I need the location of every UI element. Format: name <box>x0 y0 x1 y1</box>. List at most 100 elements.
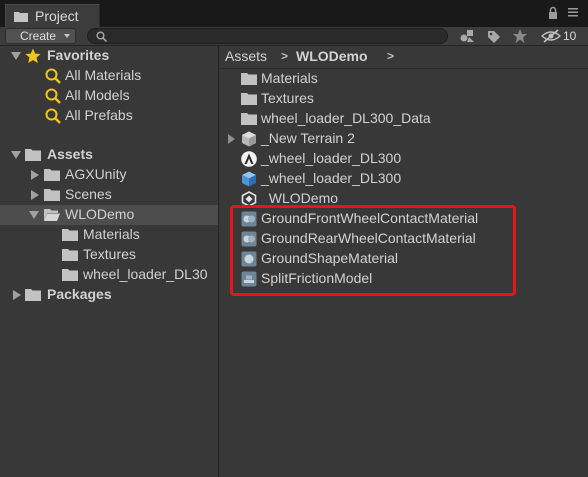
window-tab-bar: Project <box>0 0 588 28</box>
project-tab[interactable]: Project <box>5 4 100 27</box>
asset-label: GroundFrontWheelContactMaterial <box>261 210 479 226</box>
tree-label-wlodemo: WLODemo <box>65 206 135 222</box>
list-item[interactable]: GroundShapeMaterial <box>219 249 588 269</box>
tree-item-wheel-loader-data[interactable]: wheel_loader_DL30 <box>0 265 218 285</box>
menu-icon[interactable] <box>568 8 578 17</box>
folder-icon <box>44 169 60 181</box>
tree-item-agxunity[interactable]: AGXUnity <box>0 165 218 185</box>
asset-label: GroundRearWheelContactMaterial <box>261 230 476 246</box>
search-icon <box>45 68 61 84</box>
contact-material-icon <box>241 211 257 227</box>
folder-icon <box>241 93 257 105</box>
folder-icon <box>62 229 78 241</box>
folder-icon <box>241 113 257 125</box>
list-item[interactable]: Materials <box>219 69 588 89</box>
unity-scene-icon <box>241 191 257 207</box>
chevron-down-icon <box>64 34 70 38</box>
asset-label: GroundShapeMaterial <box>261 250 398 266</box>
fold-expanded-icon[interactable] <box>29 211 39 219</box>
contact-material-icon <box>241 231 257 247</box>
project-tab-label: Project <box>35 8 79 24</box>
tree-item-all-models[interactable]: All Models <box>0 86 218 106</box>
shape-material-icon <box>241 251 257 267</box>
tree-item-assets[interactable]: Assets <box>0 145 218 165</box>
tree-label-materials: Materials <box>83 226 140 242</box>
tree-item-packages[interactable]: Packages <box>0 285 218 305</box>
breadcrumb-assets[interactable]: Assets <box>225 48 267 64</box>
fold-expanded-icon[interactable] <box>11 52 21 60</box>
list-item[interactable]: Textures <box>219 89 588 109</box>
tree-label-all-prefabs: All Prefabs <box>65 107 133 123</box>
tree-item-wlodemo-materials[interactable]: Materials <box>0 225 218 245</box>
folder-tree-pane: Favorites All Materials All Models All P… <box>0 46 219 477</box>
fold-collapsed-icon[interactable] <box>13 290 21 300</box>
project-toolbar: Create 10 <box>0 27 588 46</box>
folder-icon <box>14 12 28 22</box>
search-by-type-icon[interactable] <box>459 29 475 43</box>
asset-label: Textures <box>261 90 314 106</box>
tree-item-wlodemo-textures[interactable]: Textures <box>0 245 218 265</box>
list-item[interactable]: wheel_loader_DL300_Data <box>219 109 588 129</box>
tree-label-wheel-loader-data: wheel_loader_DL30 <box>83 266 208 282</box>
fold-collapsed-icon[interactable] <box>31 170 39 180</box>
tree-label-favorites: Favorites <box>47 47 110 63</box>
list-item[interactable]: _wheel_loader_DL300 <box>219 169 588 189</box>
expand-arrow-icon[interactable] <box>228 134 235 144</box>
search-by-label-icon[interactable] <box>486 29 502 43</box>
list-item[interactable]: GroundFrontWheelContactMaterial <box>219 209 588 229</box>
breadcrumb-wlodemo[interactable]: WLODemo <box>296 48 368 64</box>
chevron-right-icon: > <box>387 49 395 63</box>
tree-label-scenes: Scenes <box>65 186 112 202</box>
search-field[interactable] <box>87 28 448 44</box>
fold-expanded-icon[interactable] <box>11 151 21 159</box>
friction-model-icon <box>241 271 257 287</box>
tree-label-agxunity: AGXUnity <box>65 166 127 182</box>
favorite-star-icon <box>25 48 41 63</box>
list-item[interactable]: _New Terrain 2 <box>219 129 588 149</box>
search-icon <box>96 31 107 42</box>
asset-label: _New Terrain 2 <box>261 130 355 146</box>
folder-icon <box>25 149 41 161</box>
tree-label-assets: Assets <box>47 146 93 162</box>
hidden-packages-eye-icon[interactable] <box>541 29 561 43</box>
prefab-icon <box>242 131 256 147</box>
folder-icon <box>62 249 78 261</box>
list-item[interactable]: GroundRearWheelContactMaterial <box>219 229 588 249</box>
search-icon <box>45 108 61 124</box>
folder-icon <box>62 269 78 281</box>
model-cube-icon <box>242 171 256 187</box>
asset-label: _wheel_loader_DL300 <box>261 170 402 186</box>
breadcrumb: Assets > WLODemo > <box>219 46 588 69</box>
tree-label-packages: Packages <box>47 286 112 302</box>
list-item[interactable]: _wheel_loader_DL300 <box>219 149 588 169</box>
asset-list-pane: Assets > WLODemo > Materials Textures wh… <box>219 46 588 477</box>
asset-label: _WLODemo <box>261 190 339 206</box>
tree-item-scenes[interactable]: Scenes <box>0 185 218 205</box>
folder-icon <box>241 73 257 85</box>
folder-open-icon <box>44 209 60 221</box>
tree-item-all-materials[interactable]: All Materials <box>0 66 218 86</box>
tree-label-textures: Textures <box>83 246 136 262</box>
folder-icon <box>25 289 41 301</box>
tree-item-wlodemo[interactable]: WLODemo <box>0 205 218 225</box>
create-button[interactable]: Create <box>5 28 76 44</box>
tree-item-all-prefabs[interactable]: All Prefabs <box>0 106 218 126</box>
algoryx-logo-icon <box>241 151 257 167</box>
lock-icon[interactable] <box>548 6 558 20</box>
tree-label-all-materials: All Materials <box>65 67 142 83</box>
chevron-right-icon: > <box>281 49 289 63</box>
asset-label: _wheel_loader_DL300 <box>261 150 402 166</box>
create-button-label: Create <box>20 29 57 43</box>
search-input[interactable] <box>112 29 432 43</box>
folder-icon <box>44 189 60 201</box>
favorite-star-toggle-icon[interactable] <box>512 29 528 43</box>
list-item[interactable]: SplitFrictionModel <box>219 269 588 289</box>
asset-label: Materials <box>261 70 318 86</box>
asset-label: SplitFrictionModel <box>261 270 373 286</box>
hidden-packages-count: 10 <box>563 29 577 43</box>
fold-collapsed-icon[interactable] <box>31 190 39 200</box>
tree-item-favorites[interactable]: Favorites <box>0 46 218 66</box>
tree-label-all-models: All Models <box>65 87 130 103</box>
asset-label: wheel_loader_DL300_Data <box>261 110 431 126</box>
list-item[interactable]: _WLODemo <box>219 189 588 209</box>
